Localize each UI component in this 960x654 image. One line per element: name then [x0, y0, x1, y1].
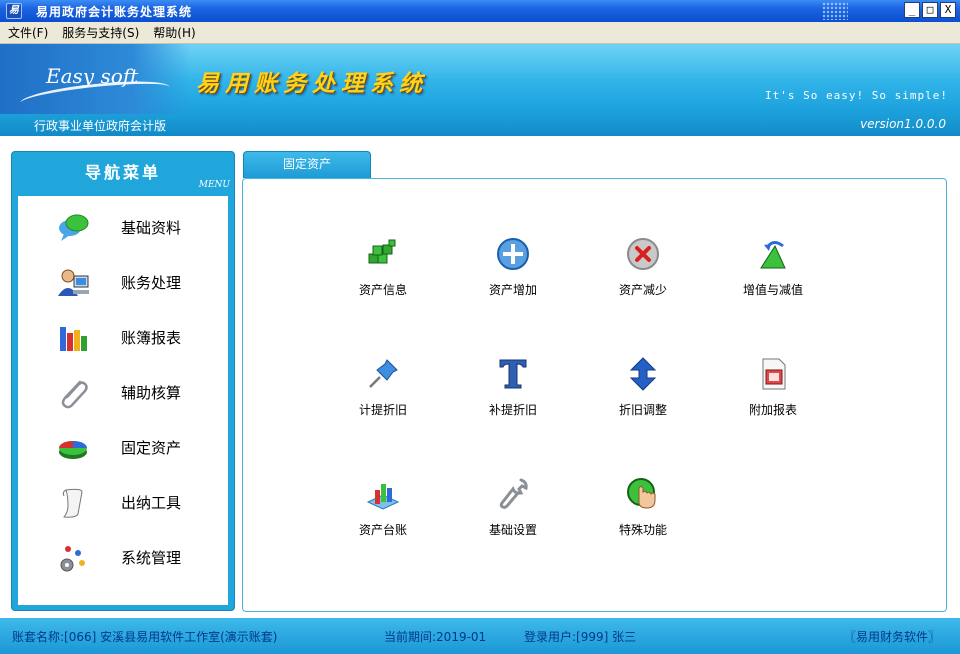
app-icon[interactable]: 易 — [6, 3, 22, 19]
ledger-chart-icon — [366, 484, 400, 510]
minimize-button[interactable]: _ — [904, 2, 920, 18]
banner-slogan: It's So easy! So simple! — [765, 89, 948, 102]
special-functions-button[interactable]: 特殊功能 — [588, 476, 698, 540]
tab-fixed-assets[interactable]: 固定资产 — [243, 151, 371, 178]
nav-item-system[interactable]: 系统管理 — [18, 530, 228, 585]
tool-label: 资产减少 — [618, 283, 667, 297]
maximize-button[interactable]: □ — [922, 2, 938, 18]
up-down-arrow-icon — [629, 357, 657, 391]
tool-label: 基础设置 — [488, 523, 537, 537]
title-decoration — [822, 2, 848, 20]
pushpin-icon — [369, 359, 398, 388]
edition-label: 行政事业单位政府会计版 — [34, 119, 167, 133]
banner-title: 易用账务处理系统 — [196, 71, 428, 97]
tool-label: 资产增加 — [488, 283, 537, 297]
gears-icon — [60, 545, 85, 571]
nav-item-label: 出纳工具 — [121, 494, 182, 512]
asset-ledger-button[interactable]: 资产台账 — [328, 476, 438, 540]
status-brand: 〖易用财务软件〗 — [844, 630, 941, 644]
menu-bar: 文件(F) 服务与支持(S) 帮助(H) — [0, 22, 960, 44]
hand-button-icon — [627, 478, 656, 509]
basic-settings-button[interactable]: 基础设置 — [458, 476, 568, 540]
nav-item-label: 账簿报表 — [121, 329, 182, 347]
version-label: version1.0.0.0 — [860, 117, 946, 131]
nav-item-accounting[interactable]: 账务处理 — [18, 255, 228, 310]
bar-chart-icon — [60, 326, 87, 351]
supplementary-depreciation-button[interactable]: 补提折旧 — [458, 356, 568, 420]
chat-bubbles-icon — [59, 214, 89, 241]
nav-item-basic-data[interactable]: 基础资料 — [18, 200, 228, 255]
status-user: 登录用户:[999] 张三 — [524, 630, 637, 644]
scroll-icon — [62, 488, 83, 518]
tool-label: 折旧调整 — [618, 403, 667, 417]
triangle-arrow-icon — [760, 241, 786, 269]
value-change-button[interactable]: 增值与减值 — [718, 236, 828, 300]
tool-label: 计提折旧 — [358, 403, 407, 417]
status-bar: 账套名称:[066] 安溪县易用软件工作室(演示账套) 当前期间:2019-01… — [0, 618, 960, 654]
report-document-icon — [762, 358, 786, 390]
tool-label: 特殊功能 — [618, 523, 667, 537]
tool-label: 补提折旧 — [488, 403, 537, 417]
title-bar: 易 易用政府会计账务处理系统 _ □ X — [0, 0, 960, 22]
additional-reports-button[interactable]: 附加报表 — [718, 356, 828, 420]
asset-info-button[interactable]: 资产信息 — [328, 236, 438, 300]
status-account: 账套名称:[066] 安溪县易用软件工作室(演示账套) — [12, 630, 278, 644]
nav-item-reports[interactable]: 账簿报表 — [18, 310, 228, 365]
header-banner: Easy soft 易用账务处理系统 It's So easy! So simp… — [0, 44, 960, 114]
asset-reduce-button[interactable]: 资产减少 — [588, 236, 698, 300]
menu-file[interactable]: 文件(F) — [0, 24, 54, 41]
menu-service[interactable]: 服务与支持(S) — [54, 24, 145, 41]
nav-item-label: 系统管理 — [121, 549, 182, 567]
content-panel: 资产信息 资产增加 资产减少 增值与减值 计提折旧 补提折旧 折旧调整 附加报表… — [242, 178, 947, 612]
navigation-subtitle: MENU — [198, 180, 230, 190]
navigation-panel: 导航菜单 MENU 基础资料 账务处理 账簿报表 辅助核算 固定资产 出纳工具 … — [11, 151, 235, 611]
nav-item-label: 固定资产 — [121, 439, 182, 457]
depreciation-button[interactable]: 计提折旧 — [328, 356, 438, 420]
navigation-list: 基础资料 账务处理 账簿报表 辅助核算 固定资产 出纳工具 系统管理 — [18, 196, 228, 605]
nav-item-label: 辅助核算 — [121, 384, 182, 402]
wrench-icon — [499, 478, 528, 509]
tool-label: 增值与减值 — [742, 283, 803, 297]
status-period: 当前期间:2019-01 — [384, 630, 487, 644]
user-computer-icon — [58, 269, 89, 296]
nav-item-label: 账务处理 — [121, 274, 182, 292]
tool-label: 资产信息 — [358, 283, 407, 297]
tool-label: 资产台账 — [358, 523, 407, 537]
depreciation-adjust-button[interactable]: 折旧调整 — [588, 356, 698, 420]
remove-circle-icon — [627, 238, 659, 270]
nav-item-cashier[interactable]: 出纳工具 — [18, 475, 228, 530]
close-button[interactable]: X — [940, 2, 956, 18]
nav-item-label: 基础资料 — [121, 219, 182, 237]
paperclip-icon — [61, 380, 88, 408]
window-controls: _ □ X — [904, 2, 956, 18]
nav-item-auxiliary[interactable]: 辅助核算 — [18, 365, 228, 420]
letter-t-icon — [499, 359, 527, 389]
nav-item-fixed-assets[interactable]: 固定资产 — [18, 420, 228, 475]
edition-bar: 行政事业单位政府会计版 version1.0.0.0 — [0, 114, 960, 136]
menu-help[interactable]: 帮助(H) — [145, 24, 201, 41]
green-cubes-icon — [368, 239, 396, 264]
window-title: 易用政府会计账务处理系统 — [36, 4, 193, 19]
pie-chart-icon — [59, 440, 87, 459]
asset-add-button[interactable]: 资产增加 — [458, 236, 568, 300]
tool-label: 附加报表 — [748, 403, 797, 417]
navigation-header: 导航菜单 MENU — [12, 152, 234, 196]
add-circle-icon — [497, 238, 529, 270]
main-area: 导航菜单 MENU 基础资料 账务处理 账簿报表 辅助核算 固定资产 出纳工具 … — [0, 136, 960, 618]
